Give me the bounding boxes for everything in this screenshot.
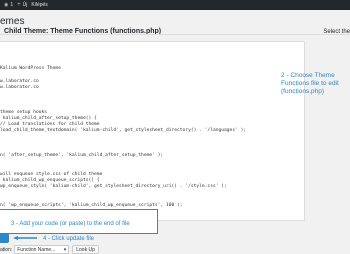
- logout-button[interactable]: Kilépés: [31, 2, 47, 8]
- code-editor[interactable]: Kalium WordPress Theme w.laborator.co w.…: [0, 41, 305, 221]
- plus-icon: +: [17, 2, 21, 8]
- callout-choose-theme-functions: 2 - Choose Theme Functions file to edit …: [281, 72, 339, 95]
- code-content[interactable]: Kalium WordPress Theme w.laborator.co w.…: [0, 54, 246, 209]
- update-file-button[interactable]: [0, 233, 9, 243]
- callout-add-code-box: 3 - Add your code (or paste) to the end …: [0, 209, 158, 234]
- arrow-left-icon: [13, 236, 37, 240]
- page-title: emes: [0, 16, 25, 27]
- new-item-button[interactable]: + Új: [17, 2, 27, 8]
- admin-bar: ◉ 1 + Új Kilépés: [0, 0, 350, 10]
- callout-click-update: 4 - Click update file: [43, 236, 95, 242]
- comments-count[interactable]: ◉ 1: [4, 2, 13, 8]
- divider: [0, 34, 350, 35]
- callout-add-code: 3 - Add your code (or paste) to the end …: [11, 221, 130, 227]
- comment-bubble-icon: ◉: [4, 2, 9, 8]
